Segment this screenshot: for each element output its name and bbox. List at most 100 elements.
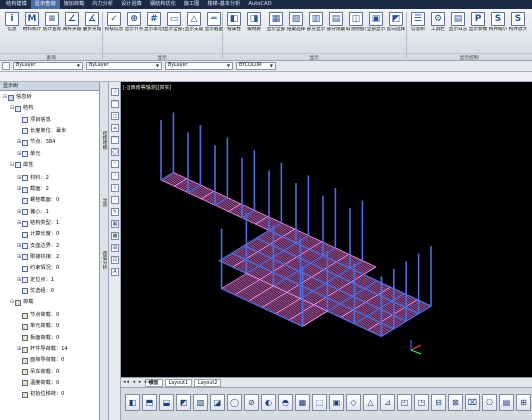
tree-node[interactable]: ⊞ 材料：2	[17, 174, 49, 183]
ribbon-button[interactable]: #显示单元编号	[144, 12, 164, 48]
ribbon-button[interactable]: ∡ 叠步夹角	[82, 12, 102, 48]
draw-tool-button[interactable]: ✎	[111, 208, 119, 216]
draw-tool-button[interactable]: ◯	[111, 148, 119, 156]
draw-tool-button[interactable]: ◜	[111, 160, 119, 168]
linetype-combo[interactable]: ByLayer ▼	[86, 62, 162, 70]
view-tool-button[interactable]: ⊟	[431, 394, 446, 411]
side-tab[interactable]: 显示	[101, 192, 108, 214]
layout-nav-arrows[interactable]: ◂◂ ◂ ▸ ▸▸	[123, 379, 152, 385]
view-tool-button[interactable]: ⊘	[244, 394, 259, 411]
model-viewport[interactable]: [-][西南等轴测][真实]	[121, 82, 532, 377]
view-tool-button[interactable]: ⌧	[465, 394, 480, 411]
tree-node[interactable]: ⊞ 结构类型：1	[17, 219, 59, 228]
ribbon-button[interactable]: △ 显示支座	[184, 12, 204, 48]
tree-node[interactable]: ⊟ 荷载	[10, 298, 33, 307]
view-tool-button[interactable]: ⊠	[448, 394, 463, 411]
side-tab[interactable]: 结构建模	[101, 122, 108, 158]
ribbon-button[interactable]: i 信息	[2, 12, 22, 48]
view-tool-button[interactable]: ⬚	[312, 394, 327, 411]
tree-node[interactable]: 板面荷载：0	[17, 334, 59, 343]
draw-tool-button[interactable]: ◦	[111, 196, 119, 204]
view-tool-button[interactable]: ▤	[499, 394, 514, 411]
ribbon-button[interactable]: ≡ 统计查询	[42, 12, 62, 48]
ribbon-button[interactable]: ⚙ 工具栏	[428, 12, 448, 48]
view-tool-button[interactable]: ▨	[193, 394, 208, 411]
tree-node[interactable]: 吊车荷载：0	[17, 368, 59, 377]
view-tool-button[interactable]: ⬓	[159, 394, 174, 411]
layer-combo[interactable]: ByLayer ▼	[13, 62, 83, 70]
tree-node[interactable]: ⊞ 单元	[17, 150, 40, 159]
view-tool-button[interactable]: ◯	[227, 394, 242, 411]
ribbon-tab[interactable]: 施工图	[180, 0, 204, 9]
ribbon-button[interactable]: ⊕ 显示节点	[124, 12, 144, 48]
layout-tab[interactable]: Layout1	[164, 378, 192, 387]
draw-tool-button[interactable]: ⌇	[111, 184, 119, 192]
tree-node[interactable]: ⊞ 杆件导荷载：14	[17, 345, 68, 354]
draw-tool-button[interactable]: ◻	[111, 112, 119, 120]
ribbon-button[interactable]: ▣ 全部显示	[366, 12, 386, 48]
view-tool-button[interactable]: △	[363, 394, 378, 411]
tree-node[interactable]: 螺栓截面：0	[17, 196, 59, 205]
draw-tool-button[interactable]: /	[111, 88, 119, 96]
view-tool-button[interactable]: ◐	[261, 394, 276, 411]
tree-node[interactable]: 初始位移荷：0	[17, 390, 64, 399]
ribbon-button[interactable]: ◩ 反向选择	[386, 12, 406, 48]
ribbon-button[interactable]: ▥ 部分显示	[306, 12, 326, 48]
view-tool-button[interactable]: ◪	[210, 394, 225, 411]
tree-node[interactable]: ⊞ 刚接铰接：2	[17, 253, 59, 262]
ribbon-button[interactable]: ☰ 信息树	[408, 12, 428, 48]
ribbon-tab[interactable]: 显示查询	[30, 0, 60, 9]
draw-tool-button[interactable]: ⊡	[111, 256, 119, 264]
layer-state-button[interactable]	[2, 62, 10, 70]
ribbon-tab[interactable]: 钢结构优化	[146, 0, 180, 9]
ribbon-button[interactable]: S 构件缩小	[488, 12, 508, 48]
draw-tool-button[interactable]: ▩	[111, 232, 119, 240]
tree-node[interactable]: 优选组：0	[17, 287, 54, 296]
lineweight-combo[interactable]: ByLayer ▼	[165, 62, 233, 70]
ribbon-button[interactable]: ▤ 显示日志	[448, 12, 468, 48]
view-tool-button[interactable]: ◳	[414, 394, 429, 411]
ribbon-button[interactable]: ◨ 按材质	[244, 12, 264, 48]
tree-node[interactable]: 项目信息	[17, 116, 51, 125]
tree-node[interactable]: ⊟ 信息树	[3, 93, 32, 102]
view-tool-button[interactable]: ⊿	[380, 394, 395, 411]
view-tool-button[interactable]: ⊞	[516, 394, 531, 411]
layout-tab[interactable]: Layout2	[193, 378, 222, 387]
ribbon-button[interactable]: S 构件放大	[508, 12, 528, 48]
ribbon-tab[interactable]: 结构建模	[2, 0, 31, 9]
view-tool-button[interactable]: ◩	[176, 394, 191, 411]
tree-node[interactable]: ⊞ 定位点：1	[17, 276, 54, 285]
ribbon-tab[interactable]: 内力分析	[88, 0, 117, 9]
ribbon-button[interactable]: M 材料统计	[22, 12, 42, 48]
view-tool-button[interactable]: ◇	[346, 394, 361, 411]
draw-tool-button[interactable]: ⌒	[111, 136, 119, 144]
view-tool-button[interactable]: ▣	[329, 394, 344, 411]
view-tool-button[interactable]: ◧	[125, 394, 140, 411]
viewport-label[interactable]: [-][西南等轴测][真实]	[123, 84, 172, 91]
tree-node[interactable]: ⊞ 截面：2	[17, 185, 49, 194]
tree-node[interactable]: 计算长度：0	[17, 230, 59, 239]
color-combo[interactable]: BYCOLOR ▼	[236, 62, 276, 70]
ribbon-tab[interactable]: AutoCAD	[244, 0, 275, 9]
ribbon-button[interactable]: ∠ 两杆夹角	[62, 12, 82, 48]
tree-node[interactable]: 面荷导荷载：0	[17, 356, 64, 365]
tree-node[interactable]: 温度荷载：0	[17, 379, 59, 388]
tree-node[interactable]: ⊞ 支座边界：2	[17, 242, 59, 251]
tree-node[interactable]: 长度单位：毫米	[17, 127, 66, 136]
view-tool-button[interactable]: ◰	[397, 394, 412, 411]
tree-node[interactable]: ⊞ 节点：384	[17, 138, 55, 147]
ribbon-tab[interactable]: 施加荷载	[60, 0, 89, 9]
ribbon-button[interactable]: ▨ 隐藏选择	[286, 12, 306, 48]
ribbon-button[interactable]: ◫取消附加信息	[346, 12, 366, 48]
draw-tool-button[interactable]: ▦	[111, 220, 119, 228]
ribbon-button[interactable]: ▭显示全部支座编号	[164, 12, 184, 48]
tree-node[interactable]: 约束情况：0	[17, 264, 59, 273]
draw-tool-button[interactable]: ◝	[111, 172, 119, 180]
tree-node[interactable]: ⊞ 偏心：1	[17, 208, 49, 217]
tree-node[interactable]: 单元荷载：0	[17, 322, 59, 331]
view-tool-button[interactable]: ▦	[295, 394, 310, 411]
draw-tool-button[interactable]: ⌒	[111, 100, 119, 108]
ribbon-button[interactable]: ◧ 按属性	[224, 12, 244, 48]
ribbon-button[interactable]: ▦ 显示全部	[266, 12, 286, 48]
ribbon-tab[interactable]: 楼梯-基本分析	[203, 0, 244, 9]
